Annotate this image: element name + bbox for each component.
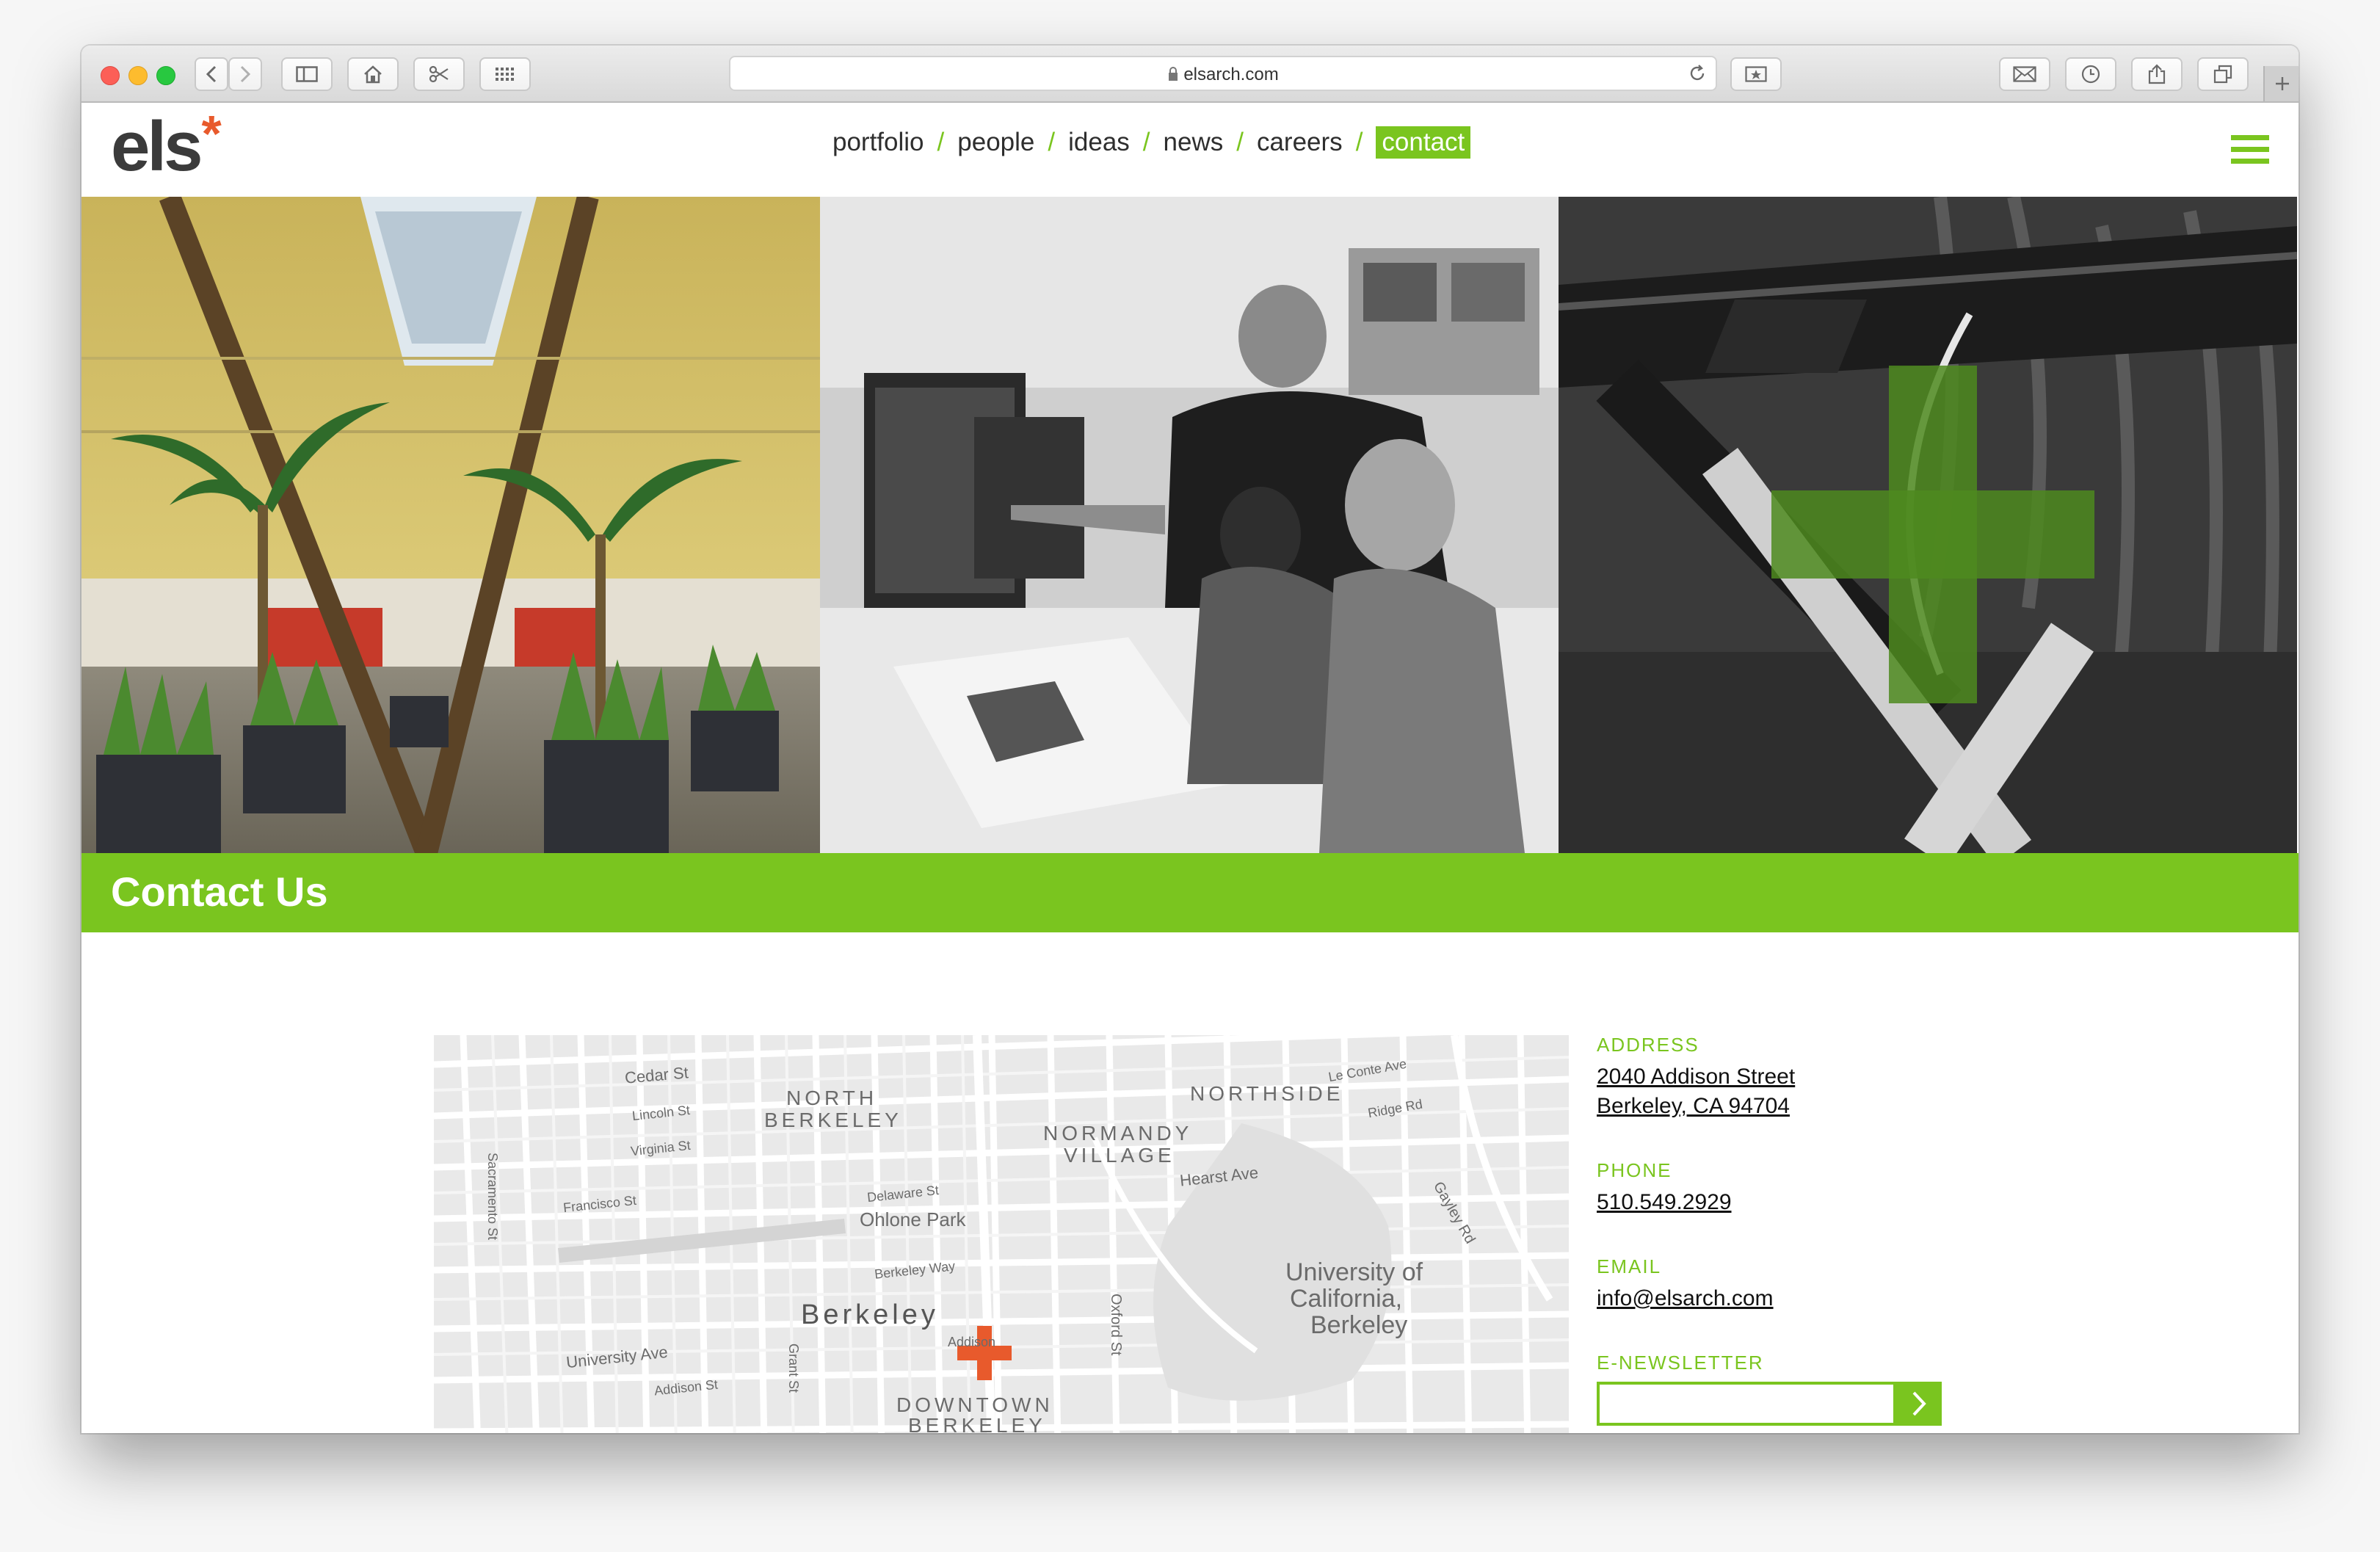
email-group: EMAIL info@elsarch.com: [1597, 1255, 1978, 1313]
nav-careers[interactable]: careers: [1257, 128, 1343, 157]
tabs-icon: [2213, 65, 2232, 84]
newsletter-submit-button[interactable]: [1896, 1382, 1942, 1426]
nav-people[interactable]: people: [957, 128, 1034, 157]
reader-button[interactable]: [1730, 57, 1782, 91]
location-map[interactable]: NORTH BERKELEY NORTHSIDE NORMANDY VILLAG…: [434, 1035, 1569, 1433]
mail-icon: [2013, 66, 2036, 82]
map-label-park: University of: [1285, 1258, 1423, 1286]
history-button[interactable]: [2065, 57, 2116, 91]
back-button[interactable]: [195, 57, 228, 91]
main-nav: portfolio / people / ideas / news / care…: [832, 126, 1471, 159]
web-page: els* portfolio / people / ideas / news /…: [81, 103, 2299, 1433]
share-icon: [2148, 64, 2166, 84]
map-label-park: California,: [1290, 1285, 1403, 1313]
bicycle-handlebar-photo: [1559, 197, 2297, 853]
newsletter-form: [1597, 1382, 1978, 1426]
mail-button[interactable]: [1999, 57, 2050, 91]
sidebar-button[interactable]: [281, 57, 333, 91]
nav-ideas[interactable]: ideas: [1068, 128, 1130, 157]
logo-text: els: [111, 107, 203, 186]
site-header: els* portfolio / people / ideas / news /…: [81, 103, 2299, 197]
phone-group: PHONE 510.549.2929: [1597, 1159, 1978, 1217]
history-icon: [2081, 65, 2100, 84]
clip-button[interactable]: [413, 57, 465, 91]
map-label-area: NORTHSIDE: [1190, 1082, 1344, 1105]
lock-icon: [1169, 67, 1178, 81]
chevron-right-icon: [1912, 1391, 1926, 1416]
nav-news[interactable]: news: [1164, 128, 1224, 157]
map-label-city: Berkeley: [801, 1299, 939, 1330]
scissors-icon: [429, 65, 449, 83]
nav-separator: /: [1048, 128, 1056, 156]
sidebar-icon: [296, 66, 318, 82]
address-group: ADDRESS 2040 Addison Street Berkeley, CA…: [1597, 1034, 1978, 1121]
phone-link[interactable]: 510.549.2929: [1597, 1188, 1978, 1217]
reload-icon[interactable]: [1688, 64, 1707, 83]
reader-icon: [1745, 66, 1767, 82]
forward-icon: [240, 65, 251, 83]
browser-toolbar: elsarch.com: [81, 46, 2299, 103]
nav-separator: /: [1236, 128, 1244, 156]
map-label-street: Addison: [948, 1335, 996, 1349]
map-label-street: Oxford St: [1108, 1294, 1124, 1356]
address-line-2[interactable]: Berkeley, CA 94704: [1597, 1092, 1978, 1121]
grid-icon: [496, 68, 514, 81]
url-display: elsarch.com: [730, 65, 1716, 85]
map-label-area: NORMANDY: [1043, 1122, 1193, 1145]
map-label-area: VILLAGE: [1064, 1144, 1175, 1167]
map-label-park: Berkeley: [1310, 1311, 1408, 1339]
address-bar[interactable]: elsarch.com: [729, 56, 1717, 91]
newsletter-label: E-NEWSLETTER: [1597, 1352, 1764, 1374]
map-label-street: Sacramento St: [485, 1153, 500, 1241]
back-icon: [206, 65, 217, 83]
home-button[interactable]: [347, 57, 399, 91]
address-label: ADDRESS: [1597, 1034, 1699, 1056]
email-link[interactable]: info@elsarch.com: [1597, 1284, 1978, 1313]
els-logo[interactable]: els*: [111, 105, 222, 188]
nav-separator: /: [1355, 128, 1363, 156]
tabs-button[interactable]: [2197, 57, 2249, 91]
nav-separator: /: [937, 128, 945, 156]
forward-button[interactable]: [228, 57, 262, 91]
zoom-window-button[interactable]: [156, 66, 175, 85]
nav-separator: /: [1142, 128, 1150, 156]
logo-asterisk: *: [201, 105, 221, 162]
hero-images: [81, 197, 2299, 853]
newsletter-group: E-NEWSLETTER: [1597, 1352, 1978, 1426]
phone-label: PHONE: [1597, 1159, 1672, 1181]
map-label-area: BERKELEY: [764, 1109, 902, 1131]
designers-at-computer-photo: [820, 197, 1559, 853]
map-label-park: Ohlone Park: [860, 1208, 966, 1230]
contact-banner: Contact Us: [81, 853, 2299, 932]
office-atrium-photo: [81, 197, 820, 853]
minimize-window-button[interactable]: [128, 66, 148, 85]
map-label-street: Grant St: [786, 1344, 801, 1393]
newsletter-email-input[interactable]: [1597, 1382, 1896, 1426]
email-label: EMAIL: [1597, 1255, 1662, 1277]
top-sites-button[interactable]: [479, 57, 531, 91]
share-button[interactable]: [2131, 57, 2183, 91]
page-title: Contact Us: [111, 869, 328, 915]
new-tab-icon: [2276, 77, 2289, 90]
contact-section: NORTH BERKELEY NORTHSIDE NORMANDY VILLAG…: [81, 932, 2299, 1433]
map-label-area: BERKELEY: [908, 1414, 1046, 1433]
map-label-area: NORTH: [786, 1087, 878, 1109]
hamburger-menu-icon[interactable]: [2231, 135, 2269, 164]
url-text: elsarch.com: [1183, 65, 1279, 84]
contact-info: ADDRESS 2040 Addison Street Berkeley, CA…: [1597, 1034, 1978, 1433]
close-window-button[interactable]: [101, 66, 120, 85]
nav-portfolio[interactable]: portfolio: [832, 128, 924, 157]
address-line-1[interactable]: 2040 Addison Street: [1597, 1062, 1978, 1092]
home-icon: [364, 65, 382, 84]
nav-contact[interactable]: contact: [1376, 126, 1471, 159]
new-tab-button[interactable]: [2263, 66, 2299, 101]
browser-window: elsarch.com els* portfolio / people / id…: [81, 46, 2299, 1433]
